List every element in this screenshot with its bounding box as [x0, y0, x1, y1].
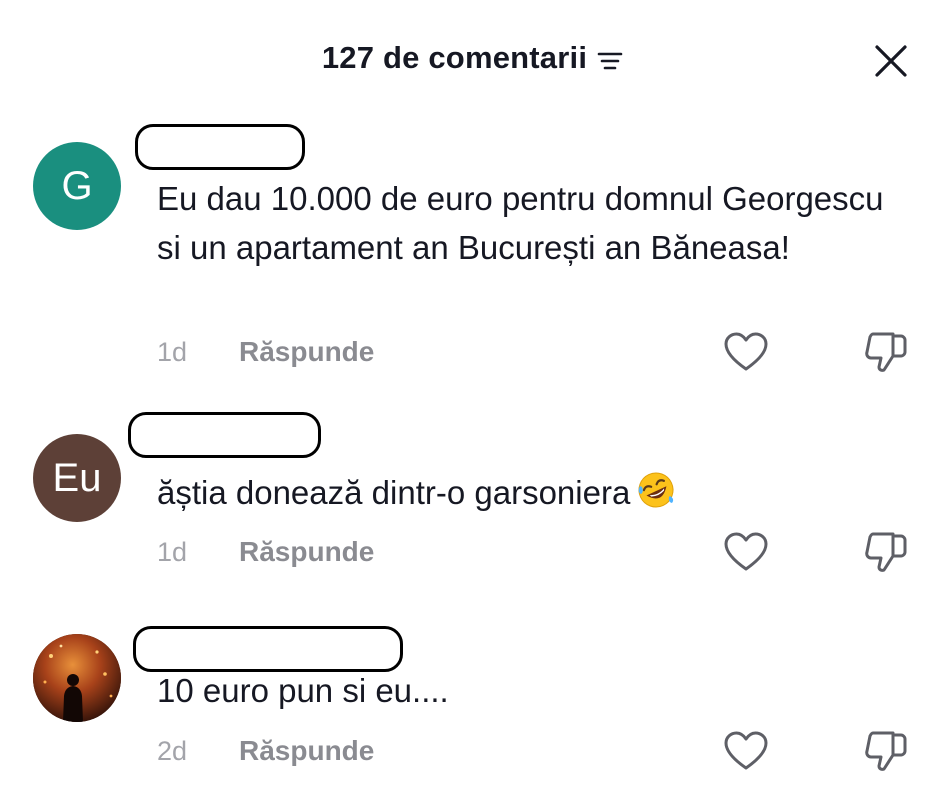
- header-title-group: 127 de comentarii: [0, 40, 945, 76]
- thumbs-down-icon[interactable]: [863, 328, 909, 374]
- redacted-username[interactable]: [128, 412, 321, 458]
- heart-icon[interactable]: [723, 530, 769, 574]
- comment-text: 10 euro pun si eu....: [157, 672, 449, 709]
- comment-meta: 2d Răspunde: [157, 731, 937, 771]
- comment-meta: 1d Răspunde: [157, 332, 937, 372]
- comment-text-content: ăștia donează dintr-o garsoniera: [157, 474, 631, 511]
- comment-time: 1d: [157, 337, 188, 367]
- comment-text: ăștia donează dintr-o garsoniera: [157, 468, 897, 517]
- comments-count-title: 127 de comentarii: [321, 40, 588, 75]
- comment-time: 1d: [157, 537, 188, 567]
- avatar-letter: G: [61, 163, 93, 208]
- redacted-username[interactable]: [135, 124, 305, 170]
- comment-text: Eu dau 10.000 de euro pentru domnul Geor…: [157, 180, 884, 266]
- person-silhouette-photo: [33, 634, 121, 722]
- sort-lines-icon[interactable]: [597, 50, 623, 72]
- thumbs-down-icon[interactable]: [863, 727, 909, 773]
- avatar[interactable]: [33, 634, 121, 722]
- reply-button[interactable]: Răspunde: [239, 532, 374, 572]
- thumbs-down-icon[interactable]: [863, 528, 909, 574]
- rolling-on-floor-laughing-emoji: [638, 472, 674, 508]
- comments-header: 127 de comentarii: [0, 0, 945, 120]
- reply-button[interactable]: Răspunde: [239, 332, 374, 372]
- comment-meta: 1d Răspunde: [157, 532, 937, 572]
- avatar-letter: Eu: [52, 455, 102, 500]
- comment-time: 2d: [157, 736, 188, 766]
- close-icon[interactable]: [870, 40, 912, 82]
- avatar[interactable]: G: [33, 142, 121, 230]
- reply-button[interactable]: Răspunde: [239, 731, 374, 771]
- avatar[interactable]: Eu: [33, 434, 121, 522]
- heart-icon[interactable]: [723, 330, 769, 374]
- heart-icon[interactable]: [723, 729, 769, 773]
